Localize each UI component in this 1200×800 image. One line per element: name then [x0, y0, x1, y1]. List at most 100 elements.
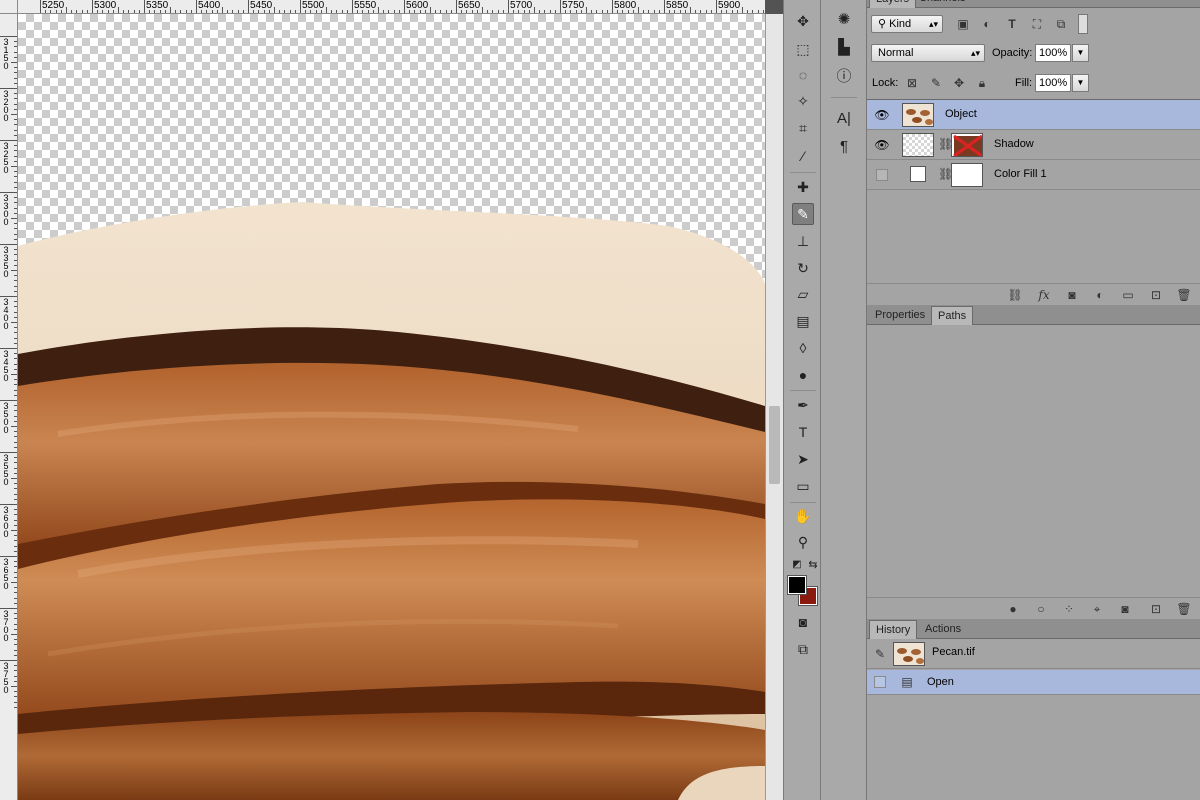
kind-filter-select[interactable]: ⚲ Kind ▴▾ [871, 15, 943, 33]
layer-name[interactable]: Color Fill 1 [994, 168, 1047, 180]
add-mask-icon[interactable]: ◙ [1117, 601, 1133, 617]
quick-mask-icon[interactable]: ◙ [792, 611, 814, 633]
lock-all-icon[interactable]: 🔒︎ [974, 75, 990, 91]
fill-swatch-thumbnail[interactable] [910, 166, 926, 182]
add-mask-icon[interactable]: ◙ [1064, 287, 1080, 303]
tab-properties[interactable]: Properties [869, 306, 931, 325]
pen-icon[interactable]: ✒ [792, 394, 814, 416]
tab-paths[interactable]: Paths [931, 306, 974, 325]
path-select-icon[interactable]: ➤ [792, 448, 814, 470]
tab-history[interactable]: History [869, 620, 918, 639]
trash-icon[interactable]: 🗑︎ [1176, 601, 1192, 617]
smart-object-filter-icon[interactable]: ⧉ [1053, 16, 1069, 32]
history-source-box[interactable] [874, 676, 886, 688]
histogram-icon[interactable]: ▙ [833, 36, 855, 58]
ruler-minor-tick [14, 472, 17, 474]
vertical-scrollbar[interactable] [765, 14, 783, 800]
new-layer-icon[interactable]: ⊡ [1148, 287, 1164, 303]
ruler-left[interactable]: 3150 3200 3250 3300 3350 3400 3450 3500 3550 3600… [0, 14, 18, 800]
rectangle-icon[interactable]: ▭ [792, 475, 814, 497]
lock-transparent-icon[interactable]: ⊠ [904, 75, 920, 91]
fill-input[interactable] [1035, 74, 1071, 92]
ruler-minor-tick [466, 10, 468, 13]
foreground-color-swatch[interactable] [787, 575, 807, 595]
ruler-minor-tick [674, 10, 676, 13]
history-brush-icon[interactable]: ↻ [792, 257, 814, 279]
load-selection-icon[interactable]: ⁘ [1061, 601, 1077, 617]
eye-icon[interactable]: 👁︎ [874, 137, 890, 153]
ruler-minor-tick [14, 571, 17, 573]
screen-mode-icon[interactable]: ⧉ [792, 638, 814, 660]
ruler-minor-tick [253, 10, 255, 13]
ruler-minor-tick [14, 160, 17, 162]
quick-select-icon[interactable]: ✧ [792, 90, 814, 112]
scrollbar-thumb[interactable] [769, 406, 780, 484]
disabled-mask-x-icon [953, 134, 982, 156]
healing-icon[interactable]: ✚ [792, 176, 814, 198]
type-filter-icon[interactable]: T [1004, 16, 1020, 32]
tab-actions[interactable]: Actions [919, 620, 967, 639]
eraser-icon[interactable]: ▱ [792, 283, 814, 305]
hand-icon[interactable]: ✋ [792, 505, 814, 527]
character-icon[interactable]: A| [833, 107, 855, 129]
tab-layers[interactable]: Layers [869, 0, 917, 8]
fill-dropdown-button[interactable]: ▼ [1072, 74, 1089, 92]
layer-row-color-fill[interactable]: ⛓︎ Color Fill 1 [867, 160, 1200, 190]
info-icon[interactable]: ⓘ [833, 64, 855, 86]
layer-row-shadow[interactable]: 👁︎ ⛓︎ Shadow [867, 130, 1200, 160]
fx-icon[interactable]: fx [1036, 287, 1052, 303]
layer-thumbnail[interactable] [902, 133, 934, 157]
eyedropper-icon[interactable]: ⁄ [792, 145, 814, 167]
marquee-icon[interactable]: ⬚ [792, 38, 814, 60]
shape-filter-icon[interactable]: ⛶ [1029, 16, 1045, 32]
mask-thumbnail[interactable] [951, 133, 983, 157]
ruler-minor-tick [409, 10, 411, 13]
crop-icon[interactable]: ⌗ [792, 117, 814, 139]
dodge-icon[interactable]: ● [792, 364, 814, 386]
gradient-icon[interactable]: ▤ [792, 310, 814, 332]
layer-name[interactable]: Shadow [994, 138, 1034, 150]
filter-toggle-switch[interactable] [1078, 14, 1088, 34]
opacity-dropdown-button[interactable]: ▼ [1072, 44, 1089, 62]
layer-row-object[interactable]: 👁︎ Object [867, 100, 1200, 130]
link-layers-icon[interactable]: ⛓︎ [1007, 287, 1023, 303]
ruler-top[interactable]: 5250 5300 5350 5400 5450 5500 5550 5600 5650 5700… [18, 0, 765, 14]
navigator-icon[interactable]: ✺ [833, 8, 855, 30]
new-path-icon[interactable]: ⊡ [1148, 601, 1164, 617]
adjustment-filter-icon[interactable]: ◐ [979, 16, 995, 32]
stamp-icon[interactable]: ⊥ [792, 230, 814, 252]
blur-icon[interactable]: ◊ [792, 337, 814, 359]
opacity-input[interactable] [1035, 44, 1071, 62]
ruler-corner[interactable] [0, 0, 18, 14]
lasso-icon[interactable]: ◌ [792, 64, 814, 86]
ruler-minor-tick [232, 10, 234, 13]
pixel-filter-icon[interactable]: ▣ [955, 16, 971, 32]
ruler-minor-tick [133, 10, 135, 13]
blend-mode-select[interactable]: Normal ▴▾ [871, 44, 985, 62]
stroke-path-icon[interactable]: ○ [1033, 601, 1049, 617]
trash-icon[interactable]: 🗑︎ [1176, 287, 1192, 303]
paragraph-icon[interactable]: ¶ [833, 135, 855, 157]
fill-path-icon[interactable]: ● [1005, 601, 1021, 617]
layer-name[interactable]: Object [945, 108, 977, 120]
zoom-icon[interactable]: ⚲ [792, 531, 814, 553]
visibility-toggle-off[interactable] [876, 169, 888, 181]
history-snapshot-row[interactable]: ✎ Pecan.tif [867, 640, 1200, 669]
move-icon[interactable]: ✥ [792, 10, 814, 32]
type-icon[interactable]: T [792, 421, 814, 443]
ruler-minor-tick [11, 374, 17, 375]
layer-thumbnail[interactable] [902, 103, 934, 127]
document-canvas[interactable] [18, 14, 765, 800]
adjustment-layer-icon[interactable]: ◐ [1092, 287, 1108, 303]
history-brush-source-icon[interactable]: ✎ [872, 646, 888, 662]
tab-channels[interactable]: Channels [913, 0, 971, 8]
lock-pixels-icon[interactable]: ✎ [928, 75, 944, 91]
make-work-path-icon[interactable]: ⌖ [1089, 601, 1105, 617]
new-group-icon[interactable]: ▭ [1120, 287, 1136, 303]
history-state-open[interactable]: ▤ Open [867, 670, 1200, 695]
eye-icon[interactable]: 👁︎ [874, 107, 890, 123]
brush-icon[interactable]: ✎ [792, 203, 814, 225]
mask-thumbnail[interactable] [951, 163, 983, 187]
lock-position-icon[interactable]: ✥ [951, 75, 967, 91]
ruler-minor-tick [14, 628, 17, 630]
